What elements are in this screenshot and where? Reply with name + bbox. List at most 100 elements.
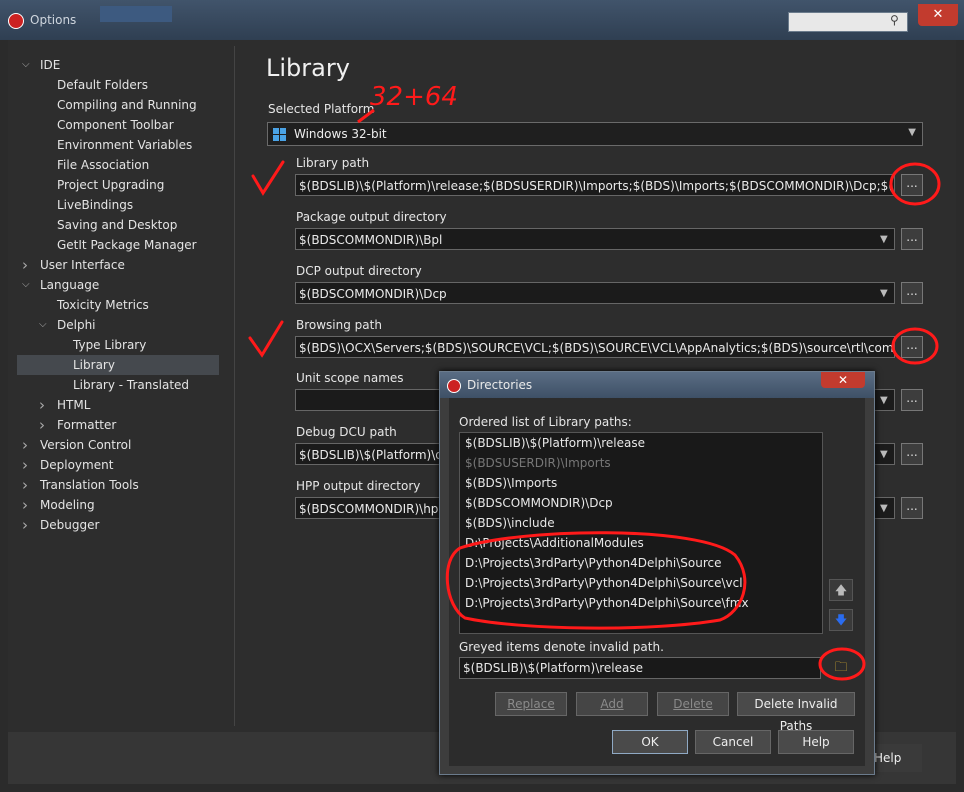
add-label: Add <box>600 697 624 711</box>
move-up-button[interactable]: 🡅 <box>829 579 853 601</box>
chevron-down-icon[interactable]: ▼ <box>880 288 888 299</box>
tree-expand-icon[interactable]: › <box>22 476 28 494</box>
platform-value: Windows 32-bit <box>294 127 387 141</box>
chevron-down-icon[interactable]: ▼ <box>880 234 888 245</box>
browsing-path-label: Browsing path <box>296 318 382 332</box>
tree-expand-icon[interactable]: › <box>22 516 28 534</box>
title-tab-highlight <box>100 6 172 22</box>
selected-platform-label: Selected Platform <box>268 102 375 116</box>
dcp-output-browse-button[interactable]: ... <box>901 282 923 304</box>
tree-item[interactable]: Default Folders <box>57 75 148 95</box>
debug-dcu-label: Debug DCU path <box>296 425 397 439</box>
tree-item[interactable]: Project Upgrading <box>57 175 164 195</box>
list-item[interactable]: D:\Projects\3rdParty\Python4Delphi\Sourc… <box>465 556 722 570</box>
hpp-output-browse-button[interactable]: ... <box>901 497 923 519</box>
package-output-label: Package output directory <box>296 210 447 224</box>
tree-expand-icon[interactable]: › <box>22 256 28 274</box>
directories-dialog: Directories ✕ Ordered list of Library pa… <box>439 371 875 775</box>
platform-select[interactable]: Windows 32-bit ▼ <box>267 122 923 146</box>
tree-item[interactable]: Toxicity Metrics <box>57 295 149 315</box>
add-button[interactable]: Add <box>576 692 648 716</box>
browsing-path-browse-button[interactable]: ... <box>901 336 923 358</box>
tree-item[interactable]: IDE <box>40 55 60 75</box>
tree-expand-icon[interactable]: › <box>22 496 28 514</box>
tree-item[interactable]: File Association <box>57 155 149 175</box>
tree-item[interactable]: Version Control <box>40 435 131 455</box>
path-list[interactable]: $(BDSLIB)\$(Platform)\release $(BDSUSERDI… <box>459 432 823 634</box>
dialog-close-button[interactable]: ✕ <box>821 372 865 388</box>
chevron-down-icon: ▼ <box>908 127 916 138</box>
tree-item[interactable]: Debugger <box>40 515 99 535</box>
window-close-button[interactable]: ✕ <box>918 4 958 26</box>
tree-collapse-icon[interactable]: ⌵ <box>22 279 30 290</box>
tree-item[interactable]: Saving and Desktop <box>57 215 177 235</box>
tree-item[interactable]: Language <box>40 275 99 295</box>
list-item[interactable]: $(BDS)\include <box>465 516 555 530</box>
tree-expand-icon[interactable]: › <box>22 436 28 454</box>
browsing-path-field[interactable]: $(BDS)\OCX\Servers;$(BDS)\SOURCE\VCL;$(B… <box>295 336 895 358</box>
library-path-browse-button[interactable]: ... <box>901 174 923 196</box>
tree-item[interactable]: Modeling <box>40 495 95 515</box>
tree-expand-icon[interactable]: › <box>39 416 45 434</box>
tree-item[interactable]: Compiling and Running <box>57 95 197 115</box>
tree-item[interactable]: Type Library <box>73 335 146 355</box>
tree-item[interactable]: Formatter <box>57 415 116 435</box>
list-item[interactable]: D:\Projects\3rdParty\Python4Delphi\Sourc… <box>465 576 743 590</box>
unit-scope-label: Unit scope names <box>296 371 404 385</box>
list-item[interactable]: D:\Projects\3rdParty\Python4Delphi\Sourc… <box>465 596 749 610</box>
tree-collapse-icon[interactable]: ⌵ <box>39 319 47 330</box>
page-title: Library <box>266 54 350 82</box>
tree-item[interactable]: Library - Translated <box>73 375 189 395</box>
tree-item[interactable]: LiveBindings <box>57 195 133 215</box>
tree-item[interactable]: Library <box>73 355 115 375</box>
debug-dcu-browse-button[interactable]: ... <box>901 443 923 465</box>
delphi-app-icon <box>447 379 461 393</box>
package-output-browse-button[interactable]: ... <box>901 228 923 250</box>
tree-item[interactable]: Translation Tools <box>40 475 139 495</box>
tree-item[interactable]: Component Toolbar <box>57 115 174 135</box>
unit-scope-browse-button[interactable]: ... <box>901 389 923 411</box>
tree-item[interactable]: HTML <box>57 395 90 415</box>
list-item[interactable]: $(BDS)\Imports <box>465 476 557 490</box>
windows-logo-icon <box>273 128 286 141</box>
tree-item[interactable]: Delphi <box>57 315 96 335</box>
tree-item[interactable]: User Interface <box>40 255 125 275</box>
path-input[interactable]: $(BDSLIB)\$(Platform)\release <box>459 657 821 679</box>
tree-expand-icon[interactable]: › <box>39 396 45 414</box>
tree-collapse-icon[interactable]: ⌵ <box>22 59 30 70</box>
list-item[interactable]: $(BDSLIB)\$(Platform)\release <box>465 436 645 450</box>
window-title: Options <box>30 13 77 27</box>
move-down-button[interactable]: 🡇 <box>829 609 853 631</box>
dialog-title-bar: Directories ✕ <box>440 372 874 398</box>
ok-button[interactable]: OK <box>612 730 688 754</box>
delete-invalid-paths-button[interactable]: Delete Invalid Paths <box>737 692 855 733</box>
delphi-app-icon <box>8 13 24 29</box>
delete-button[interactable]: Delete <box>657 692 729 716</box>
cancel-button[interactable]: Cancel <box>695 730 771 754</box>
list-item[interactable]: $(BDSUSERDIR)\Imports <box>465 456 611 470</box>
replace-label: Replace <box>507 697 555 711</box>
dcp-output-field[interactable]: $(BDSCOMMONDIR)\Dcp <box>295 282 895 304</box>
tree-item[interactable]: GetIt Package Manager <box>57 235 197 255</box>
path-list-label: Ordered list of Library paths: <box>459 415 632 429</box>
tree-expand-icon[interactable]: › <box>22 456 28 474</box>
chevron-down-icon[interactable]: ▼ <box>880 449 888 460</box>
folder-browse-icon[interactable]: 🗀 <box>829 657 853 679</box>
library-path-label: Library path <box>296 156 370 170</box>
library-path-field[interactable]: $(BDSLIB)\$(Platform)\release;$(BDSUSERD… <box>295 174 895 196</box>
list-item[interactable]: D:\Projects\AdditionalModules <box>465 536 644 550</box>
tree-item[interactable]: Deployment <box>40 455 113 475</box>
delete-label: Delete <box>673 697 713 711</box>
list-item[interactable]: $(BDSCOMMONDIR)\Dcp <box>465 496 613 510</box>
dialog-title: Directories <box>467 378 533 392</box>
chevron-down-icon[interactable]: ▼ <box>880 395 888 406</box>
help-button[interactable]: Help <box>778 730 854 754</box>
tree-item[interactable]: Environment Variables <box>57 135 192 155</box>
package-output-field[interactable]: $(BDSCOMMONDIR)\Bpl <box>295 228 895 250</box>
panel-divider <box>234 46 235 726</box>
tree-selection-highlight <box>17 355 219 375</box>
dcp-output-label: DCP output directory <box>296 264 422 278</box>
title-bar: Options ⚲ ✕ <box>0 0 964 40</box>
replace-button[interactable]: Replace <box>495 692 567 716</box>
chevron-down-icon[interactable]: ▼ <box>880 503 888 514</box>
